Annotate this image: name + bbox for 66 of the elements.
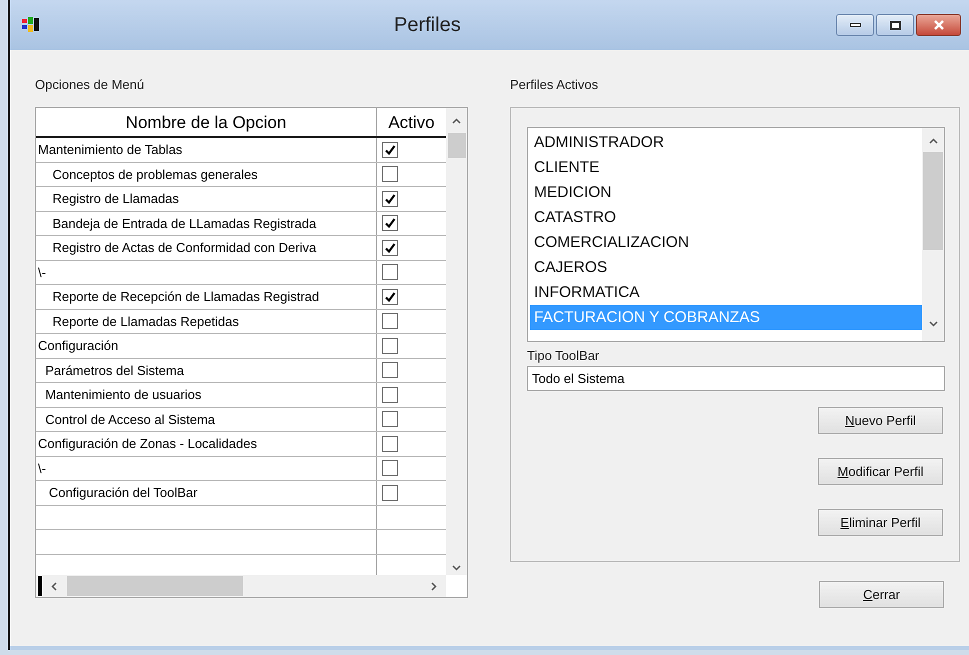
scroll-thumb[interactable] [67,576,243,596]
list-item[interactable]: ADMINISTRADOR [530,130,922,155]
checkbox[interactable] [382,240,398,256]
field-label: Tipo ToolBar [527,347,600,363]
close-dialog-button[interactable]: Cerrar [819,581,944,608]
table-cell: \- [36,456,377,480]
checkbox[interactable] [382,264,398,280]
table-cell: Reporte de Llamadas Repetidas [36,310,377,333]
checkbox[interactable] [382,288,398,305]
scroll-up-icon[interactable] [452,118,461,124]
table-cell: Bandeja de Entrada de LLamadas Registrada [36,212,377,235]
scroll-up-icon[interactable] [928,138,938,144]
checkbox[interactable] [382,460,398,476]
list-item[interactable]: CLIENTE [530,155,922,180]
section-label: Opciones de Menú [35,76,146,94]
scroll-thumb[interactable] [448,133,466,158]
checkbox[interactable] [382,190,398,207]
table-cell: Parámetros del Sistema [36,358,377,382]
table-cell: Mantenimiento de usuarios [36,383,377,406]
checkbox[interactable] [382,436,398,452]
list-item[interactable]: INFORMATICA [530,280,922,305]
cursor-marker [38,576,42,596]
checkbox[interactable] [382,386,398,403]
table-cell: Registro de Llamadas [36,187,377,210]
table-cell: Configuración de Zonas - Localidades [36,432,377,456]
checkbox[interactable] [382,215,398,232]
list-item[interactable]: CAJEROS [530,255,922,280]
table-cell: Control de Acceso al Sistema [36,408,377,431]
checkbox[interactable] [382,484,398,501]
profile-button[interactable]: Modificar Perfil [818,458,943,485]
table-cell: \- [36,260,377,284]
scroll-thumb[interactable] [923,152,943,250]
table-cell: Conceptos de problemas generales [36,162,377,186]
checkbox[interactable] [382,313,398,330]
vertical-scrollbar[interactable] [922,128,944,341]
close-icon [932,20,944,30]
checkbox[interactable] [382,411,398,428]
list-item[interactable]: COMERCIALIZACION [530,230,922,255]
checkbox[interactable] [382,142,398,158]
scroll-down-icon[interactable] [928,321,938,327]
checkbox[interactable] [382,338,398,354]
window-title: Perfiles [394,13,461,38]
checkbox[interactable] [382,362,398,378]
list-item[interactable]: MEDICION [530,180,922,205]
section-label: Perfiles Activos [510,76,600,94]
scroll-down-icon[interactable] [452,565,461,571]
column-header[interactable]: Nombre de la Opcion [36,108,377,136]
checkbox[interactable] [382,166,398,182]
column-header[interactable]: Activo [377,108,446,136]
horizontal-scrollbar[interactable] [36,575,446,597]
maximize-button[interactable] [876,14,914,36]
vertical-scrollbar[interactable] [446,108,467,575]
toolbar-type-field[interactable]: Todo el Sistema [527,366,945,391]
profile-button[interactable]: Nuevo Perfil [818,407,943,434]
list-item[interactable]: CATASTRO [530,205,922,230]
table-cell: Configuración [36,334,377,358]
scroll-right-icon[interactable] [431,582,437,590]
table-cell: Reporte de Recepción de Llamadas Registrad [36,285,377,308]
close-button[interactable] [916,14,961,36]
profile-button[interactable]: Eliminar Perfil [818,509,943,536]
table-cell: Registro de Actas de Conformidad con Deriva [36,236,377,260]
table-cell: Mantenimiento de Tablas [36,138,377,162]
minimize-button[interactable] [836,14,874,36]
scroll-left-icon[interactable] [51,582,57,590]
app-icon [22,17,40,33]
table-cell: Configuración del ToolBar [36,481,377,504]
